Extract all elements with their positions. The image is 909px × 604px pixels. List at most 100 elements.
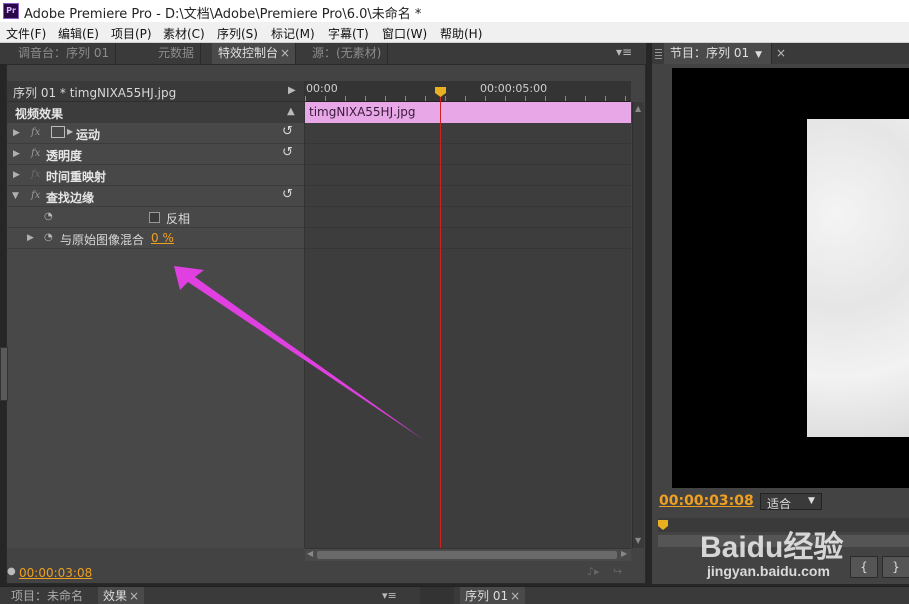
mark-out-button[interactable]: } xyxy=(882,556,909,578)
panel-menu-icon[interactable]: ▾≡ xyxy=(616,45,632,59)
effect-name: 运动 xyxy=(76,128,101,142)
export-icon[interactable]: ↪ xyxy=(613,565,622,578)
tab-program[interactable]: 节目：序列 01 ▼ xyxy=(664,43,772,64)
fx-icon: fx xyxy=(31,169,41,180)
triangle-right-icon[interactable]: ▶ xyxy=(288,85,296,96)
timeline-row xyxy=(305,144,631,165)
audio-meter-handle[interactable] xyxy=(0,347,8,401)
scroll-left-icon[interactable]: ◀ xyxy=(307,549,313,558)
stopwatch-icon[interactable]: ◔ xyxy=(44,211,53,222)
stopwatch-icon[interactable]: ◔ xyxy=(44,232,53,243)
effect-name: 透明度 xyxy=(46,149,83,163)
menu-clip[interactable]: 素材(C) xyxy=(163,25,205,42)
effect-row-time-remap[interactable]: ▶ fx 时间重映射 xyxy=(7,165,304,186)
fx-icon[interactable]: fx xyxy=(31,127,40,138)
source-panel-tabbar: 调音台：序列 01 元数据 特效控制台 × 源：(无素材) ▾≡ xyxy=(0,43,646,64)
motion-transform-icon[interactable] xyxy=(51,126,65,138)
scroll-thumb[interactable] xyxy=(317,551,617,559)
bottom-panel-tabbar: 项目：未命名 效果 × ▾≡ 序列 01 × xyxy=(0,586,909,604)
tab-effect-controls[interactable]: 特效控制台 × xyxy=(212,43,296,64)
timeline-row xyxy=(305,165,631,186)
menu-file[interactable]: 文件(F) xyxy=(6,25,46,42)
menu-marker[interactable]: 标记(M) xyxy=(271,25,315,42)
fit-dropdown[interactable]: 适合 ▼ xyxy=(760,493,822,511)
tab-sequence-label: 序列 01 xyxy=(465,589,509,603)
clip-bar[interactable]: timgNIXA55HJ.jpg xyxy=(305,102,631,123)
triangle-down-icon[interactable]: ▼ xyxy=(12,191,19,201)
menu-window[interactable]: 窗口(W) xyxy=(382,25,427,42)
clip-header: 序列 01 * timgNIXA55HJ.jpg ▶ xyxy=(7,81,304,102)
menu-sequence[interactable]: 序列(S) xyxy=(217,25,258,42)
panel-grip-icon[interactable] xyxy=(655,49,662,59)
timeline-ruler[interactable]: 00:00 00:00:05:00 xyxy=(305,81,631,102)
tab-source[interactable]: 源：(无素材) xyxy=(306,43,389,64)
collapse-up-icon[interactable]: ▲ xyxy=(287,106,295,117)
timeline-tab-grip[interactable] xyxy=(420,587,454,604)
program-timecode[interactable]: 00:00:03:08 xyxy=(659,493,754,509)
chevron-down-icon[interactable]: ▼ xyxy=(808,496,815,506)
effect-row-find-edges[interactable]: ▼ fx 查找边缘 ↺ xyxy=(7,186,304,207)
menu-bar: 文件(F) 编辑(E) 项目(P) 素材(C) 序列(S) 标记(M) 字幕(T… xyxy=(0,22,909,43)
timeline-row xyxy=(305,228,631,249)
ruler-ticks xyxy=(305,96,631,101)
param-row-invert: ◔ 反相 xyxy=(7,207,304,228)
effect-row-opacity[interactable]: ▶ fx 透明度 ↺ xyxy=(7,144,304,165)
effect-name: 时间重映射 xyxy=(46,170,107,184)
baidu-watermark-logo: Baidu经验 xyxy=(700,531,844,564)
audio-icon[interactable]: ♪▸ xyxy=(587,565,600,578)
fit-label: 适合 xyxy=(767,497,792,511)
tab-sequence[interactable]: 序列 01 × xyxy=(460,587,526,604)
scroll-right-icon[interactable]: ▶ xyxy=(621,549,627,558)
horizontal-scrollbar[interactable]: ◀ ▶ xyxy=(305,548,631,561)
title-bar: Pr Adobe Premiere Pro - D:\文档\Adobe\Prem… xyxy=(0,0,909,22)
close-icon[interactable]: × xyxy=(776,46,786,60)
tab-effect-controls-label: 特效控制台 xyxy=(218,46,279,60)
tab-audio-mixer[interactable]: 调音台：序列 01 xyxy=(12,43,117,64)
triangle-right-icon[interactable]: ▶ xyxy=(13,128,20,138)
playhead-line[interactable] xyxy=(440,94,441,548)
playhead-marker-icon: ● xyxy=(7,566,16,577)
tab-project[interactable]: 项目：未命名 xyxy=(6,587,88,604)
close-icon[interactable]: × xyxy=(510,589,520,603)
window-title: Adobe Premiere Pro - D:\文档\Adobe\Premier… xyxy=(24,7,422,22)
close-icon[interactable]: × xyxy=(280,46,290,60)
reset-icon[interactable]: ↺ xyxy=(282,145,293,160)
premiere-app-icon: Pr xyxy=(3,3,19,19)
triangle-right-icon[interactable]: ▶ xyxy=(13,170,20,180)
video-effects-header: 视频效果 ▲ xyxy=(7,102,304,123)
tab-metadata[interactable]: 元数据 xyxy=(152,43,202,64)
tab-program-label: 节目：序列 01 xyxy=(670,46,750,60)
panel-menu-icon[interactable]: ▾≡ xyxy=(382,589,397,602)
reset-icon[interactable]: ↺ xyxy=(282,187,293,202)
reset-icon[interactable]: ↺ xyxy=(282,124,293,139)
param-row-blend: ▶ ◔ 与原始图像混合 0 % xyxy=(7,228,304,249)
mark-in-button[interactable]: { xyxy=(850,556,878,578)
menu-edit[interactable]: 编辑(E) xyxy=(58,25,99,42)
tab-effects-label: 效果 xyxy=(103,589,128,603)
timeline-row xyxy=(305,207,631,228)
fx-icon[interactable]: fx xyxy=(31,148,40,159)
effect-name: 查找边缘 xyxy=(46,191,95,205)
menu-project[interactable]: 项目(P) xyxy=(111,25,152,42)
triangle-right-icon[interactable]: ▶ xyxy=(27,233,34,243)
current-timecode[interactable]: 00:00:03:08 xyxy=(19,566,92,580)
scroll-down-icon[interactable]: ▼ xyxy=(635,536,641,545)
scroll-up-icon[interactable]: ▲ xyxy=(635,104,641,113)
invert-label: 反相 xyxy=(166,212,191,226)
menu-help[interactable]: 帮助(H) xyxy=(440,25,482,42)
menu-title[interactable]: 字幕(T) xyxy=(328,25,369,42)
program-playhead-handle[interactable] xyxy=(658,520,668,530)
vertical-scrollbar[interactable]: ▲ ▼ xyxy=(632,102,644,548)
close-icon[interactable]: × xyxy=(129,589,139,603)
effect-row-motion[interactable]: ▶ fx ▶ 运动 ↺ xyxy=(7,123,304,144)
tab-effects[interactable]: 效果 × xyxy=(98,587,145,604)
invert-checkbox[interactable] xyxy=(149,212,160,223)
effect-controls-status: ● 00:00:03:08 ♪▸ ↪ xyxy=(7,563,645,583)
triangle-right-icon[interactable]: ▶ xyxy=(13,149,20,159)
blend-value[interactable]: 0 % xyxy=(151,231,174,245)
chevron-down-icon[interactable]: ▼ xyxy=(755,50,762,60)
timeline-row xyxy=(305,186,631,207)
fx-icon[interactable]: fx xyxy=(31,190,40,201)
program-tabbar: 节目：序列 01 ▼ × xyxy=(652,43,909,64)
motion-arrow-icon: ▶ xyxy=(67,127,74,136)
